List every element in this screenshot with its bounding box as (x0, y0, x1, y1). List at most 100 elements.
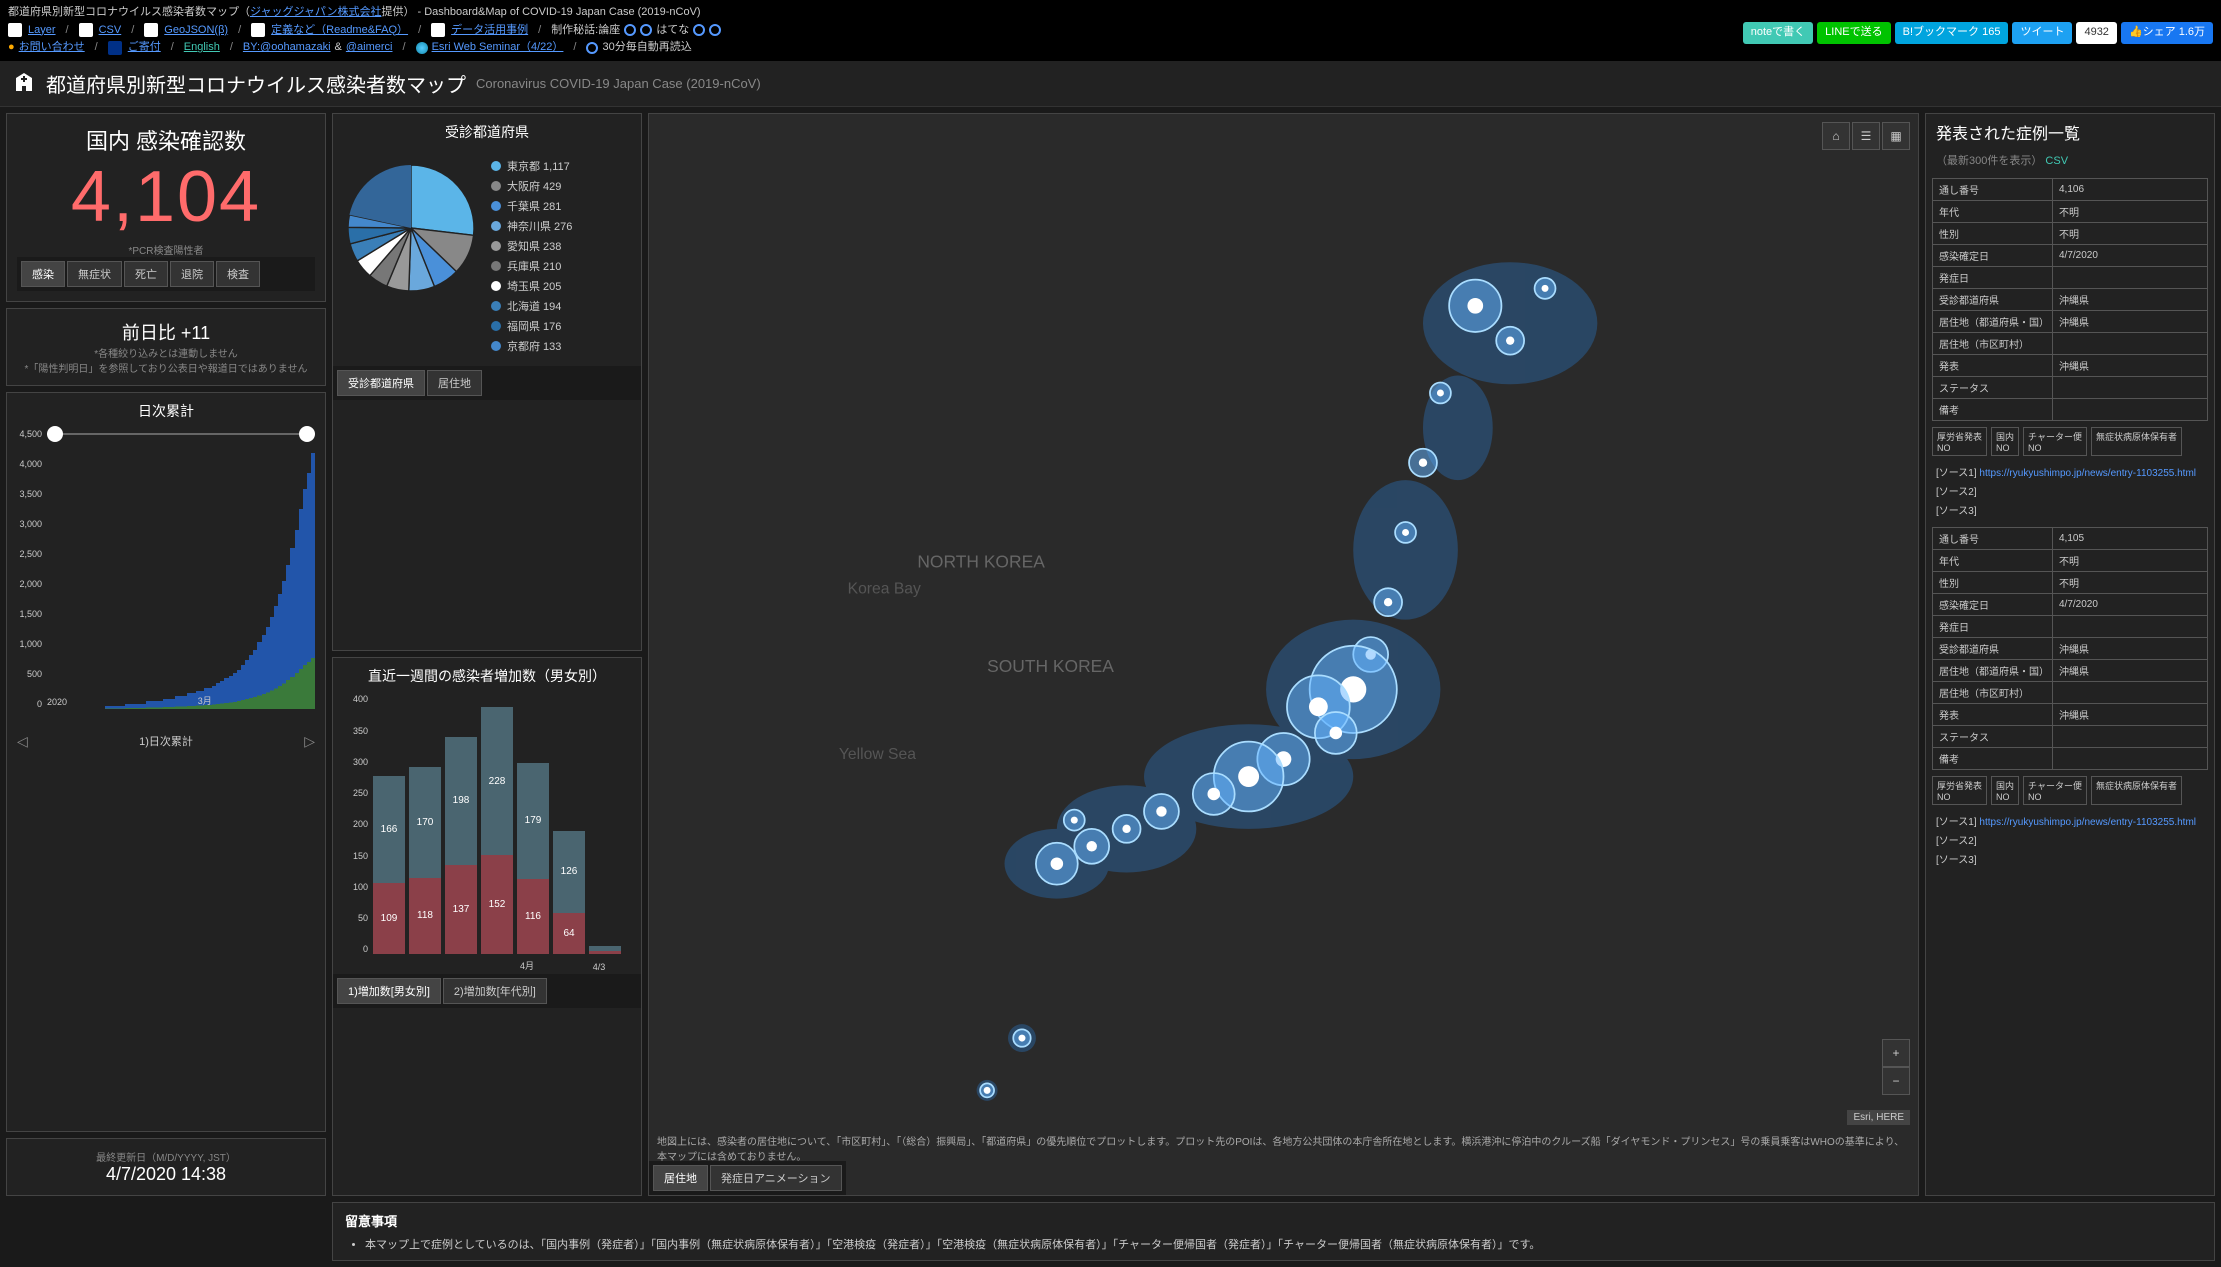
hospital-icon (12, 71, 36, 95)
home-button[interactable]: ⌂ (1822, 122, 1850, 150)
csv-icon (79, 23, 93, 37)
map-label-kb: Korea Bay (848, 580, 921, 597)
filter-tag[interactable]: 無症状病原体保有者 (2091, 776, 2182, 805)
source-line: [ソース3] (1926, 500, 2214, 519)
link-contact[interactable]: お問い合わせ (19, 39, 85, 57)
legend-item: 北海道 194 (491, 298, 572, 314)
filter-tag[interactable]: 無症状病原体保有者 (2091, 427, 2182, 456)
zoom-in-button[interactable]: + (1882, 1039, 1910, 1067)
globe-icon (416, 42, 428, 54)
cum-bars (47, 453, 315, 709)
slider-thumb-start[interactable] (47, 426, 63, 442)
link-geojson[interactable]: GeoJSON(β) (164, 22, 228, 40)
tab-無症状[interactable]: 無症状 (67, 261, 122, 287)
faq-icon (251, 23, 265, 37)
reload-icon (586, 42, 598, 54)
csv-link[interactable]: CSV (2045, 155, 2068, 167)
twitter-count: 4932 (2076, 22, 2116, 44)
timestamp-label: 最終更新日（M/D/YYYY, JST） (17, 1149, 315, 1164)
filter-tag[interactable]: 国内NO (1991, 427, 2019, 456)
filter-tag[interactable]: 国内NO (1991, 776, 2019, 805)
map-panel[interactable]: ⌂ ☰ ▦ + − NORTH KOREA SOUTH KOREA Yellow… (648, 113, 1919, 1196)
header: 都道府県別新型コロナウイルス感染者数マップ Coronavirus COVID-… (0, 61, 2221, 107)
bar-chart: 050100150200250300350400 1661094月1701181… (333, 694, 641, 974)
time-slider[interactable] (47, 433, 315, 435)
topbar-row1: 都道府県別新型コロナウイルス感染者数マップ（ジャッグジャパン株式会社提供） - … (8, 4, 2213, 22)
circle-icon (624, 24, 636, 36)
map-label-nk: NORTH KOREA (917, 551, 1045, 571)
source-line: [ソース2] (1926, 830, 2214, 849)
tab-感染[interactable]: 感染 (21, 261, 65, 287)
cumulative-panel: 日次累計 05001,0001,5002,0002,5003,0003,5004… (6, 392, 326, 1132)
page-title: 都道府県別新型コロナウイルス感染者数マップ (46, 69, 466, 98)
delta-note1: *各種絞り込みとは連動しません (17, 345, 315, 360)
zoom-out-button[interactable]: − (1882, 1067, 1910, 1095)
layer-icon (8, 23, 22, 37)
filter-tag[interactable]: チャーター便NO (2023, 427, 2087, 456)
map-attribution: Esri, HERE (1847, 1110, 1910, 1125)
case-list-title: 発表された症例一覧 (1926, 114, 2214, 146)
source-link[interactable]: https://ryukyushimpo.jp/news/entry-11032… (1979, 468, 2196, 479)
cum-xlabel-start: 2020 (47, 697, 67, 707)
title-prefix: 都道府県別新型コロナウイルス感染者数マップ（ (8, 6, 250, 18)
link-english[interactable]: English (184, 39, 220, 57)
title-suffix: 提供） - Dashboard&Map of COVID-19 Japan Ca… (381, 6, 700, 18)
link-author2[interactable]: @aimerci (346, 39, 393, 57)
basemap-button[interactable]: ▦ (1882, 122, 1910, 150)
legend-item: 京都府 133 (491, 338, 572, 354)
share-bookmark[interactable]: B! ブックマーク 165 (1895, 22, 2009, 44)
link-usage[interactable]: データ活用事例 (451, 22, 528, 40)
share-facebook[interactable]: 👍 シェア 1.6万 (2121, 22, 2213, 44)
note-item: 本マップ上で症例としているのは、「国内事例（発症者）」「国内事例（無症状病原体保… (365, 1236, 2202, 1252)
pie-chart (341, 158, 481, 298)
tab-item[interactable]: 発症日アニメーション (710, 1165, 842, 1191)
filter-tag[interactable]: チャーター便NO (2023, 776, 2087, 805)
tab-item[interactable]: 1)増加数[男女別] (337, 978, 441, 1004)
share-twitter[interactable]: ツイート (2012, 22, 2072, 44)
confirmed-panel: 国内 感染確認数 4,104 *PCR検査陽性者 感染無症状死亡退院検査 (6, 113, 326, 302)
link-seminar[interactable]: Esri Web Seminar（4/22） (432, 39, 564, 57)
source-line: [ソース1] https://ryukyushimpo.jp/news/entr… (1926, 462, 2214, 481)
pie-legend: 東京都 1,117大阪府 429千葉県 281神奈川県 276愛知県 238兵庫… (491, 158, 572, 358)
circle-icon (709, 24, 721, 36)
bar-column: 12664 (553, 831, 585, 954)
link-faq[interactable]: 定義など（Readme&FAQ） (271, 22, 408, 40)
map-label-sk: SOUTH KOREA (987, 656, 1114, 676)
confirmed-title: 国内 感染確認数 (17, 124, 315, 156)
tab-item[interactable]: 受診都道府県 (337, 370, 425, 396)
tab-item[interactable]: 居住地 (653, 1165, 708, 1191)
share-note[interactable]: noteで書く (1743, 22, 1813, 44)
tab-item[interactable]: 居住地 (427, 370, 482, 396)
pie-panel: 受診都道府県 東京都 1,117大阪府 429千葉県 281神奈川県 276愛知… (332, 113, 642, 652)
legend-item: 大阪府 429 (491, 178, 572, 194)
delta-note2: *「陽性判明日」を参照しており公表日や報道日ではありません (17, 360, 315, 375)
map-label-ys: Yellow Sea (839, 746, 916, 763)
tab-item[interactable]: 2)増加数[年代別] (443, 978, 547, 1004)
confirmed-value: 4,104 (17, 156, 315, 238)
link-csv[interactable]: CSV (99, 22, 122, 40)
tab-死亡[interactable]: 死亡 (124, 261, 168, 287)
source-line: [ソース1] https://ryukyushimpo.jp/news/entr… (1926, 811, 2214, 830)
share-line[interactable]: LINEで送る (1817, 22, 1890, 44)
bar-column: 1981374/3 (445, 737, 477, 955)
link-author1[interactable]: BY:@oohamazaki (243, 39, 331, 57)
next-arrow[interactable]: ▷ (304, 733, 315, 750)
tab-検査[interactable]: 検査 (216, 261, 260, 287)
page-subtitle: Coronavirus COVID-19 Japan Case (2019-nC… (476, 76, 761, 91)
filter-tag[interactable]: 厚労省発表NO (1932, 427, 1987, 456)
cum-nav-label: 1)日次累計 (139, 733, 193, 749)
legend-item: 神奈川県 276 (491, 218, 572, 234)
japan-map[interactable]: NORTH KOREA SOUTH KOREA Yellow Sea Korea… (649, 114, 1918, 1195)
source-link[interactable]: https://ryukyushimpo.jp/news/entry-11032… (1979, 817, 2196, 828)
filter-tag[interactable]: 厚労省発表NO (1932, 776, 1987, 805)
link-layer[interactable]: Layer (28, 22, 56, 40)
confirmed-note: *PCR検査陽性者 (17, 242, 315, 257)
cum-y-axis: 05001,0001,5002,0002,5003,0003,5004,0004… (7, 429, 42, 709)
tab-退院[interactable]: 退院 (170, 261, 214, 287)
prev-arrow[interactable]: ◁ (17, 733, 28, 750)
link-donate[interactable]: ご寄付 (128, 39, 161, 57)
slider-thumb-end[interactable] (299, 426, 315, 442)
case-table: 通し番号4,106年代不明性別不明感染確定日4/7/2020発症日受診都道府県沖… (1932, 178, 2208, 421)
legend-button[interactable]: ☰ (1852, 122, 1880, 150)
company-link[interactable]: ジャッグジャパン株式会社 (250, 6, 381, 18)
